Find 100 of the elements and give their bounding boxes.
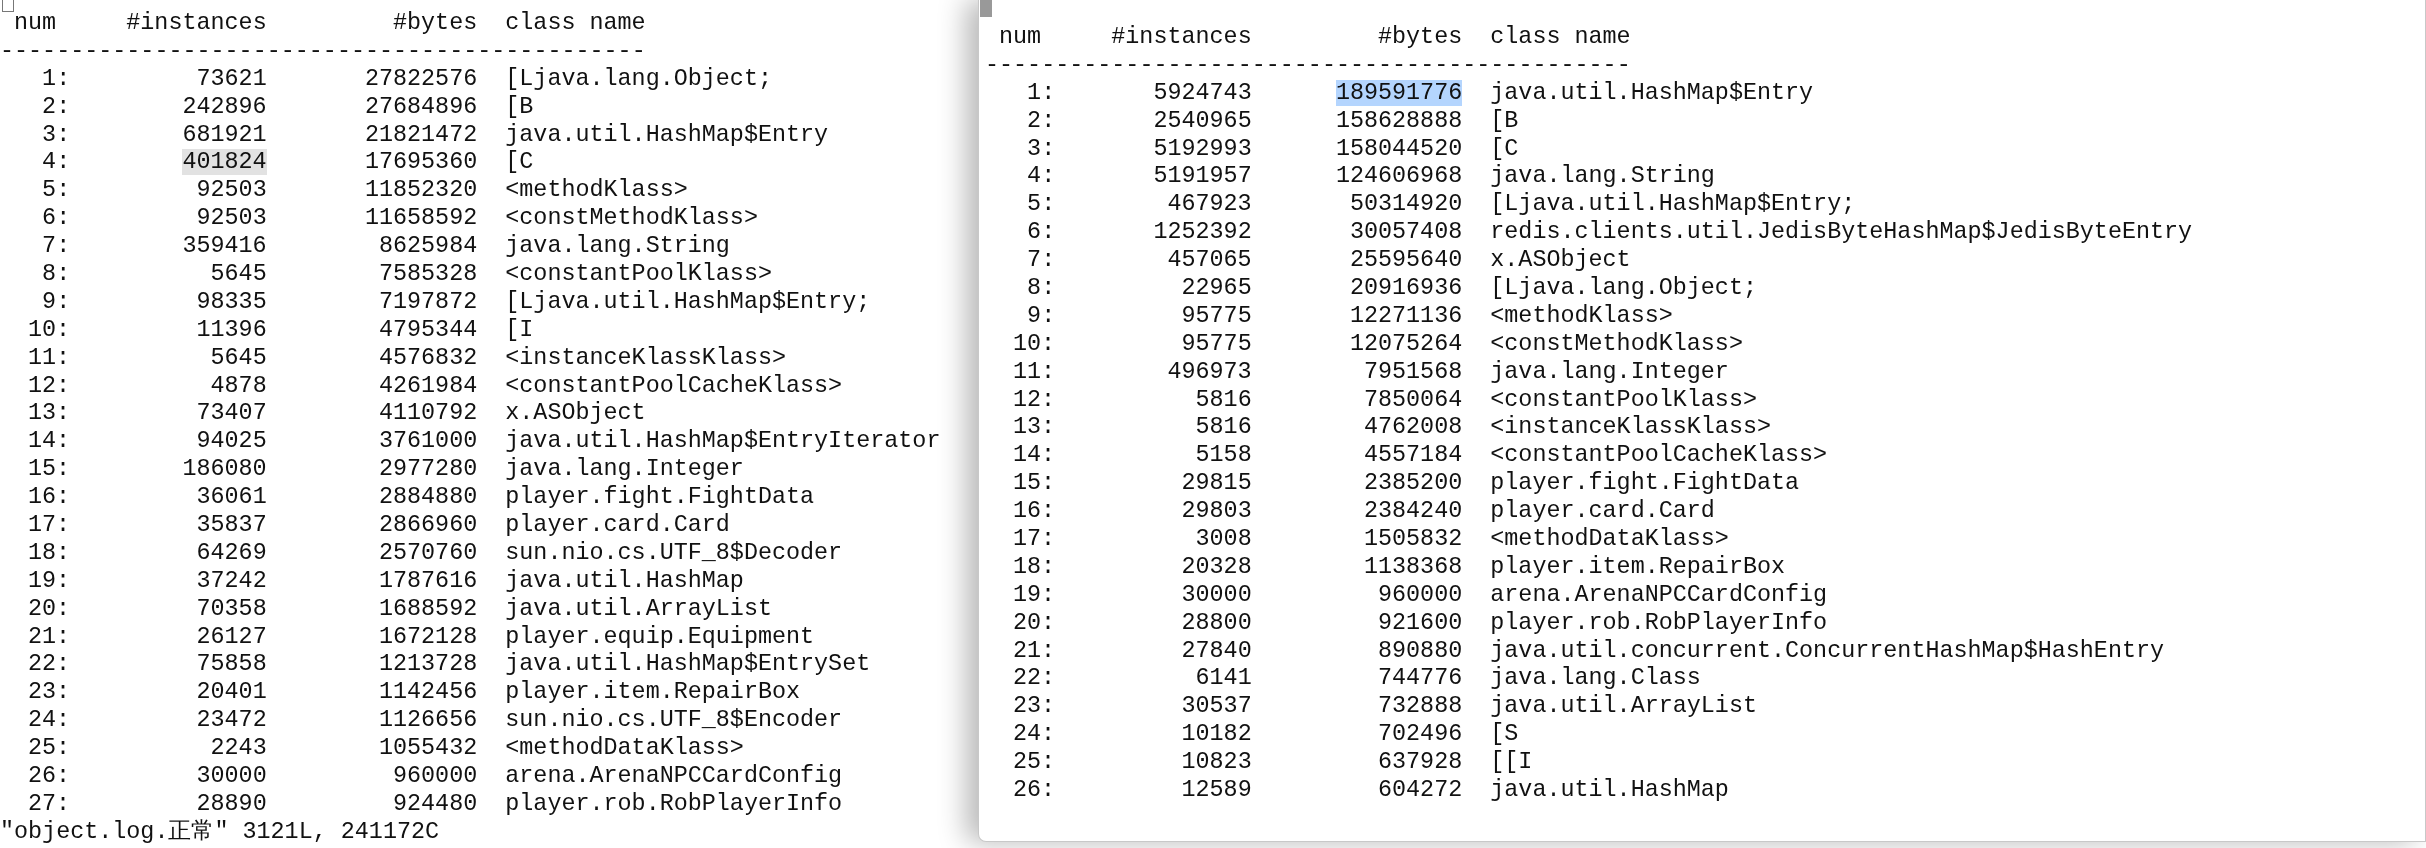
bytes-count: 1055432 <box>378 735 478 762</box>
row-number: 13: <box>27 400 71 429</box>
column-header: #bytes <box>1377 24 1463 52</box>
instances-count: 35837 <box>196 512 267 539</box>
bytes-count: 30057408 <box>1349 219 1463 246</box>
bytes-count: 7850064 <box>1363 386 1463 413</box>
column-header: #instances <box>1110 24 1252 52</box>
row-number: 14: <box>1012 442 1056 471</box>
instances-count: 10823 <box>1181 749 1252 776</box>
instances-count: 94025 <box>196 428 267 455</box>
bytes-count: 1142456 <box>378 679 478 706</box>
instances-count: 70358 <box>196 595 267 622</box>
class-name: java.lang.Integer <box>1489 358 1729 387</box>
bytes-count: 4261984 <box>378 372 478 399</box>
instances-count: 5816 <box>1195 386 1252 413</box>
instances-count: 2540965 <box>1153 107 1252 134</box>
row-number: 21: <box>27 623 71 652</box>
instances-count: 12589 <box>1181 777 1252 804</box>
row-number: 5: <box>41 177 71 206</box>
bytes-count: 2884880 <box>378 484 478 511</box>
class-name: <methodDataKlass> <box>1489 526 1729 554</box>
bytes-count: 12075264 <box>1349 330 1463 357</box>
class-name: player.fight.FightData <box>1489 470 1800 499</box>
instances-count: 242896 <box>182 93 267 120</box>
class-name: java.util.ArrayList <box>504 595 772 624</box>
class-name: java.util.HashMap$EntryIterator <box>504 428 941 457</box>
row-number: 2: <box>1026 107 1056 136</box>
column-header: num <box>13 10 58 38</box>
instances-count: 5924743 <box>1153 79 1252 106</box>
row-number: 15: <box>1012 470 1056 499</box>
bytes-count: 124606968 <box>1335 163 1463 190</box>
instances-count: 3008 <box>1195 526 1252 553</box>
instances-count: 22965 <box>1181 275 1252 301</box>
row-number: 8: <box>1026 275 1056 303</box>
class-name: <constantPoolCacheKlass> <box>1489 442 1828 471</box>
bytes-count: 1688592 <box>378 595 478 622</box>
row-number: 7: <box>1026 247 1056 275</box>
dashed-separator: ---------------------------------------------- <box>985 51 1631 80</box>
column-header: class name <box>504 10 646 38</box>
bytes-count: 2570760 <box>378 539 478 566</box>
bytes-count: 189591776 <box>1335 79 1463 106</box>
row-number: 9: <box>41 288 71 317</box>
instances-count: 5158 <box>1195 442 1252 469</box>
class-name: <methodKlass> <box>1489 302 1673 331</box>
bytes-count: 11658592 <box>364 205 478 232</box>
instances-count: 23472 <box>196 707 267 734</box>
row-number: 13: <box>1012 414 1056 443</box>
row-number: 24: <box>27 707 71 736</box>
class-name: player.fight.FightData <box>504 484 815 513</box>
bytes-count: 158044520 <box>1335 135 1463 162</box>
row-number: 22: <box>1012 665 1056 694</box>
instances-count: 37242 <box>196 567 267 594</box>
instances-count: 1252392 <box>1153 219 1252 246</box>
row-number: 1: <box>41 65 71 94</box>
row-number: 23: <box>27 679 71 708</box>
instances-count: 98335 <box>196 288 267 315</box>
bytes-count: 12271136 <box>1349 302 1463 329</box>
instances-count: 75858 <box>196 651 267 678</box>
bytes-count: 4557184 <box>1363 442 1463 469</box>
instances-count: 95775 <box>1181 330 1252 357</box>
class-name: <constMethodKlass> <box>504 205 758 234</box>
instances-count: 36061 <box>196 484 267 511</box>
bytes-count: 158628888 <box>1335 107 1463 134</box>
bytes-count: 50314920 <box>1349 191 1463 218</box>
row-number: 25: <box>27 735 71 764</box>
row-number: 18: <box>1012 553 1056 582</box>
class-name: [C <box>504 149 534 178</box>
instances-count: 73621 <box>196 65 267 92</box>
instances-count: 359416 <box>182 233 267 260</box>
class-name: player.item.RepairBox <box>1489 553 1786 582</box>
bytes-count: 27684896 <box>364 93 478 120</box>
row-number: 16: <box>27 484 71 513</box>
class-name: java.lang.Integer <box>504 456 744 485</box>
class-name: java.util.ArrayList <box>1489 693 1757 722</box>
row-number: 18: <box>27 539 71 568</box>
row-number: 16: <box>1012 498 1056 527</box>
class-name: <constantPoolKlass> <box>1489 386 1757 415</box>
bytes-count: 702496 <box>1378 721 1463 748</box>
class-name: [Ljava.lang.Object; <box>1489 275 1757 303</box>
row-number: 19: <box>1012 581 1056 610</box>
instances-count: 30537 <box>1181 693 1252 720</box>
row-number: 17: <box>27 512 71 540</box>
class-name: x.ASObject <box>1489 247 1631 275</box>
bytes-count: 2866960 <box>378 512 478 539</box>
class-name: [B <box>1489 107 1519 136</box>
bytes-count: 1126656 <box>378 707 478 734</box>
class-name: player.card.Card <box>504 512 730 540</box>
instances-count: 29803 <box>1181 498 1252 525</box>
class-name: <instanceKlassKlass> <box>1489 414 1771 443</box>
class-name: java.util.HashMap$EntrySet <box>504 651 871 680</box>
instances-count: 11396 <box>196 316 267 343</box>
row-number: 12: <box>27 372 71 401</box>
row-number: 9: <box>1026 302 1056 331</box>
class-name: player.rob.RobPlayerInfo <box>504 790 843 819</box>
class-name: player.rob.RobPlayerInfo <box>1489 609 1828 638</box>
instances-count: 92503 <box>196 177 267 204</box>
bytes-count: 604272 <box>1378 777 1463 804</box>
class-name: sun.nio.cs.UTF_8$Encoder <box>504 707 843 736</box>
bytes-count: 27822576 <box>364 65 478 92</box>
row-number: 25: <box>1012 749 1056 778</box>
